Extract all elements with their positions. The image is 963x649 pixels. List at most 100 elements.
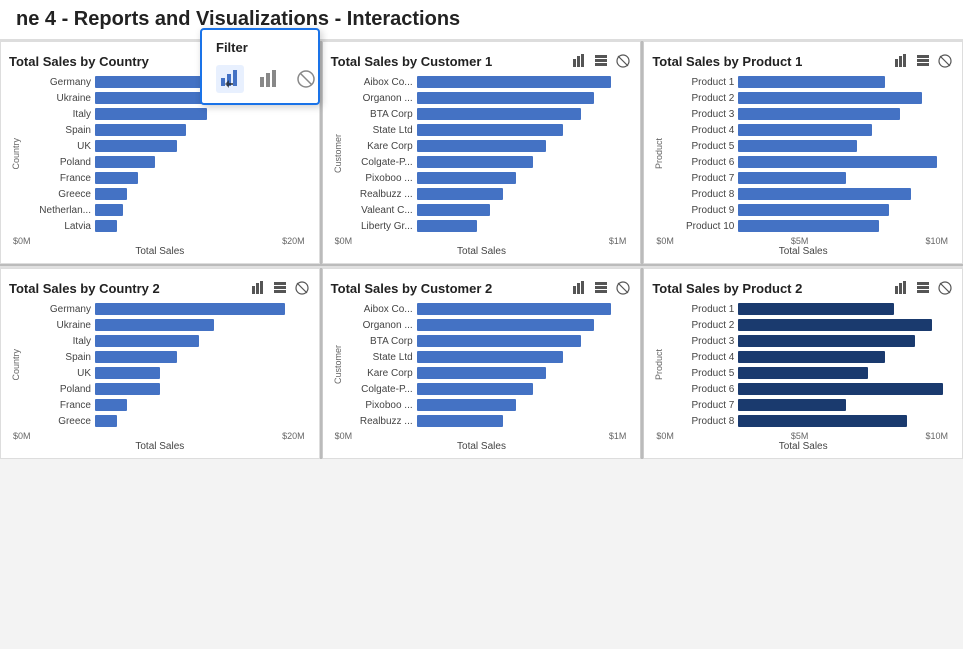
chart-product2-icon1[interactable] bbox=[892, 279, 910, 297]
chart-product2-ylabel: Product bbox=[654, 349, 664, 380]
bar-label: Latvia bbox=[23, 221, 95, 232]
bar-fill bbox=[417, 303, 611, 315]
bar-label: Kare Corp bbox=[345, 368, 417, 379]
bar-fill bbox=[417, 76, 611, 88]
bar-fill bbox=[95, 124, 186, 136]
chart-product2-icon3[interactable] bbox=[936, 279, 954, 297]
chart-product1-title: Total Sales by Product 1 bbox=[652, 54, 802, 69]
chart-country2-title: Total Sales by Country 2 bbox=[9, 281, 160, 296]
bar-label: Ukraine bbox=[23, 93, 95, 104]
chart-product2-title: Total Sales by Product 2 bbox=[652, 281, 802, 296]
bar-fill bbox=[738, 415, 906, 427]
chart-customer1-icon2[interactable] bbox=[592, 52, 610, 70]
bar-fill bbox=[417, 124, 564, 136]
x-axis-label: $5M bbox=[791, 431, 809, 441]
bar-fill bbox=[738, 172, 846, 184]
list-item: Spain bbox=[23, 349, 311, 365]
bar-fill bbox=[417, 188, 503, 200]
bar-track bbox=[417, 399, 633, 411]
bar-label: Product 6 bbox=[666, 157, 738, 168]
bar-fill bbox=[95, 319, 214, 331]
chart-customer2-icon3[interactable] bbox=[614, 279, 632, 297]
bar-track bbox=[95, 319, 311, 331]
bar-track bbox=[738, 204, 954, 216]
bar-label: BTA Corp bbox=[345, 336, 417, 347]
bar-track bbox=[417, 351, 633, 363]
list-item: Aibox Co... bbox=[345, 74, 633, 90]
list-item: Colgate-P... bbox=[345, 381, 633, 397]
bar-fill bbox=[95, 220, 117, 232]
list-item: Germany bbox=[23, 301, 311, 317]
bar-track bbox=[95, 351, 311, 363]
list-item: Product 2 bbox=[666, 90, 954, 106]
chart-product1-ylabel: Product bbox=[654, 138, 664, 169]
bar-fill bbox=[738, 303, 893, 315]
bar-track bbox=[417, 140, 633, 152]
bar-fill bbox=[738, 319, 932, 331]
bar-track bbox=[95, 108, 311, 120]
bar-label: Spain bbox=[23, 352, 95, 363]
bar-label: Greece bbox=[23, 189, 95, 200]
bar-fill bbox=[738, 76, 885, 88]
bar-track bbox=[738, 188, 954, 200]
x-axis-label: $0M bbox=[656, 236, 674, 246]
bar-track bbox=[417, 303, 633, 315]
bar-label: Colgate-P... bbox=[345, 157, 417, 168]
filter-bars-icon[interactable] bbox=[254, 65, 282, 93]
bar-fill bbox=[417, 204, 490, 216]
chart-customer1-icon3[interactable] bbox=[614, 52, 632, 70]
bar-label: Germany bbox=[23, 77, 95, 88]
chart-country2-icon3[interactable] bbox=[293, 279, 311, 297]
bar-fill bbox=[738, 140, 857, 152]
bar-fill bbox=[417, 108, 581, 120]
bar-fill bbox=[417, 220, 477, 232]
chart-product1-icon1[interactable] bbox=[892, 52, 910, 70]
chart-customer2-icon1[interactable] bbox=[570, 279, 588, 297]
bar-track bbox=[738, 172, 954, 184]
bar-label: France bbox=[23, 400, 95, 411]
bar-fill bbox=[738, 220, 878, 232]
chart-customer1-title: Total Sales by Customer 1 bbox=[331, 54, 493, 69]
chart-product2-icon2[interactable] bbox=[914, 279, 932, 297]
x-axis-label: $0M bbox=[335, 236, 353, 246]
bar-label: Italy bbox=[23, 336, 95, 347]
bar-fill bbox=[417, 351, 564, 363]
chart-customer2-ylabel: Customer bbox=[333, 345, 343, 384]
filter-no-icon[interactable] bbox=[292, 65, 320, 93]
bar-label: Poland bbox=[23, 384, 95, 395]
bar-track bbox=[417, 204, 633, 216]
bar-label: Kare Corp bbox=[345, 141, 417, 152]
bar-track bbox=[738, 92, 954, 104]
filter-bar-icon[interactable] bbox=[216, 65, 244, 93]
bar-label: Valeant C... bbox=[345, 205, 417, 216]
chart-country2-xlabel: Total Sales bbox=[9, 441, 311, 452]
chart-country1-title: Total Sales by Country bbox=[9, 54, 149, 69]
chart-product2: Total Sales by Product 2 Product bbox=[643, 268, 963, 459]
chart-product1-icon2[interactable] bbox=[914, 52, 932, 70]
list-item: Realbuzz ... bbox=[345, 413, 633, 429]
chart-country2-icon1[interactable] bbox=[249, 279, 267, 297]
chart-customer2-icon2[interactable] bbox=[592, 279, 610, 297]
bar-track bbox=[738, 156, 954, 168]
bar-fill bbox=[95, 399, 127, 411]
bar-label: Product 8 bbox=[666, 189, 738, 200]
bar-track bbox=[95, 124, 311, 136]
bar-fill bbox=[417, 319, 594, 331]
bar-fill bbox=[738, 383, 943, 395]
chart-product1-xlabel: Total Sales bbox=[652, 246, 954, 257]
bar-track bbox=[95, 172, 311, 184]
chart-country2-icon2[interactable] bbox=[271, 279, 289, 297]
bar-label: UK bbox=[23, 368, 95, 379]
chart-product1-icon3[interactable] bbox=[936, 52, 954, 70]
list-item: France bbox=[23, 397, 311, 413]
chart-customer1-icon1[interactable] bbox=[570, 52, 588, 70]
bar-track bbox=[417, 124, 633, 136]
bar-track bbox=[417, 367, 633, 379]
list-item: Product 4 bbox=[666, 349, 954, 365]
filter-popup: Filter bbox=[200, 28, 320, 105]
list-item: UK bbox=[23, 138, 311, 154]
list-item: Poland bbox=[23, 381, 311, 397]
list-item: Ukraine bbox=[23, 317, 311, 333]
page-title: ne 4 - Reports and Visualizations - Inte… bbox=[16, 8, 460, 30]
chart-customer1-ylabel: Customer bbox=[333, 134, 343, 173]
